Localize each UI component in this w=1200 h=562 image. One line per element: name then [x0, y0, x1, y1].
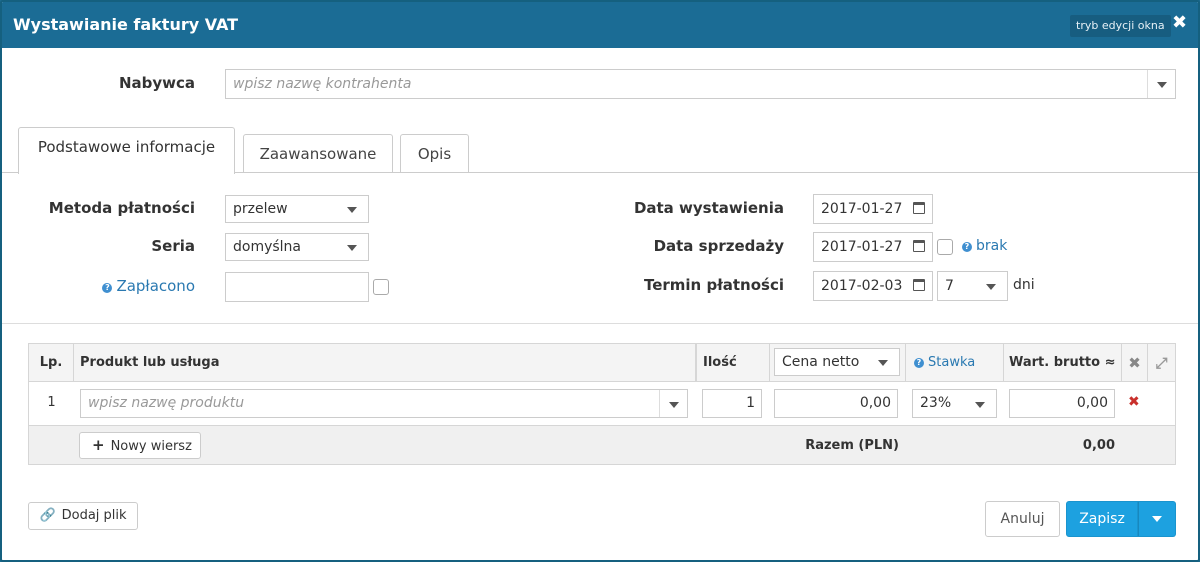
total-value: 0,00	[1082, 438, 1115, 453]
series-label: Seria	[151, 237, 195, 255]
due-days-unit: dni	[1013, 277, 1035, 293]
buyer-input[interactable]: wpisz nazwę kontrahenta	[225, 69, 1176, 99]
buyer-label: Nabywca	[118, 74, 195, 92]
chevron-down-icon	[338, 195, 366, 223]
help-icon: ?	[914, 358, 924, 368]
add-file-label: Dodaj plik	[61, 508, 127, 523]
sale-date-value: 2017-01-27	[821, 239, 903, 255]
col-qty: Ilość	[696, 344, 770, 382]
window-title: Wystawianie faktury VAT	[13, 15, 239, 34]
payment-method-select[interactable]: przelew	[225, 195, 369, 223]
series-select[interactable]: domyślna	[225, 233, 369, 261]
rate-header-text: Stawka	[928, 355, 976, 370]
payment-method-label: Metoda płatności	[48, 199, 195, 217]
sale-date-checkbox[interactable]	[937, 239, 953, 255]
net-price-mode-select[interactable]: Cena netto	[774, 348, 900, 376]
issue-date-label: Data wystawienia	[633, 199, 784, 217]
invoice-window: Wystawianie faktury VAT tryb edycji okna…	[0, 0, 1200, 562]
table-row: 1 wpisz nazwę produktu 1 0,00 23% 0,00 ✖	[29, 382, 1175, 425]
sale-date-none-text: brak	[976, 238, 1008, 254]
product-placeholder: wpisz nazwę produktu	[88, 395, 245, 411]
buyer-placeholder: wpisz nazwę kontrahenta	[233, 76, 412, 92]
rate-select[interactable]: 23%	[912, 389, 997, 418]
close-icon[interactable]: ✖	[1172, 12, 1187, 33]
issue-date-value: 2017-01-27	[821, 201, 903, 217]
chevron-down-icon	[1152, 516, 1162, 522]
total-label: Razem (PLN)	[805, 438, 899, 453]
chevron-down-icon[interactable]	[659, 390, 687, 417]
delete-row-icon[interactable]: ✖	[1128, 394, 1140, 410]
clear-rows-icon[interactable]: ✖	[1122, 344, 1148, 382]
expand-icon[interactable]: ⤢	[1148, 344, 1175, 382]
tab-description[interactable]: Opis	[400, 134, 469, 172]
grid-footer: + Nowy wiersz Razem (PLN) 0,00	[29, 425, 1175, 464]
col-gross: Wart. brutto ≈	[1004, 344, 1122, 382]
chevron-down-icon[interactable]	[1147, 70, 1175, 98]
net-price-mode-value: Cena netto	[782, 354, 860, 370]
col-rate[interactable]: ? Stawka	[906, 344, 1004, 382]
calendar-icon[interactable]	[913, 240, 925, 252]
cancel-button[interactable]: Anuluj	[985, 501, 1060, 537]
due-date-input[interactable]: 2017-02-03	[813, 271, 933, 301]
tab-basic-info[interactable]: Podstawowe informacje	[18, 127, 235, 174]
col-lp: Lp.	[29, 344, 74, 382]
edit-mode-button[interactable]: tryb edycji okna	[1070, 15, 1171, 37]
section-divider	[2, 323, 1198, 324]
chevron-down-icon	[966, 390, 994, 418]
chevron-down-icon	[977, 272, 1005, 300]
sale-date-input[interactable]: 2017-01-27	[813, 232, 933, 262]
paid-label-text: Zapłacono	[116, 277, 195, 295]
link-icon: 🔗	[39, 508, 56, 523]
series-value: domyślna	[233, 239, 302, 255]
due-days-value: 7	[945, 278, 954, 294]
save-button[interactable]: Zapisz	[1066, 501, 1138, 537]
qty-input[interactable]: 1	[702, 389, 762, 418]
row-lp: 1	[47, 395, 56, 410]
tab-advanced[interactable]: Zaawansowane	[243, 134, 393, 172]
calendar-icon[interactable]	[913, 279, 925, 291]
add-file-button[interactable]: 🔗 Dodaj plik	[28, 502, 138, 530]
help-icon: ?	[102, 283, 113, 293]
product-input[interactable]: wpisz nazwę produktu	[80, 389, 688, 418]
net-price-input[interactable]: 0,00	[774, 389, 898, 418]
due-date-label: Termin płatności	[643, 276, 784, 294]
col-product: Produkt lub usługa	[74, 344, 696, 382]
save-options-button[interactable]	[1138, 501, 1176, 537]
due-date-value: 2017-02-03	[821, 278, 903, 294]
new-row-button[interactable]: + Nowy wiersz	[79, 432, 201, 459]
title-bar: Wystawianie faktury VAT tryb edycji okna…	[2, 2, 1198, 48]
new-row-label: Nowy wiersz	[110, 439, 192, 454]
form-body: Nabywca wpisz nazwę kontrahenta Podstawo…	[2, 48, 1198, 560]
sale-date-none-link[interactable]: ? brak	[962, 238, 1007, 254]
paid-checkbox[interactable]	[373, 279, 389, 295]
sale-date-label: Data sprzedaży	[653, 237, 784, 255]
help-icon: ?	[962, 242, 972, 252]
grid-header: Lp. Produkt lub usługa Ilość Cena netto …	[29, 344, 1175, 382]
paid-label[interactable]: ? Zapłacono	[62, 277, 195, 295]
chevron-down-icon	[338, 233, 366, 261]
gross-input[interactable]: 0,00	[1009, 389, 1115, 418]
due-days-select[interactable]: 7	[937, 271, 1008, 301]
paid-input[interactable]	[225, 272, 369, 302]
rate-value: 23%	[920, 395, 952, 411]
col-net-price: Cena netto	[770, 344, 906, 382]
chevron-down-icon	[869, 348, 897, 376]
issue-date-input[interactable]: 2017-01-27	[813, 194, 933, 224]
calendar-icon[interactable]	[913, 202, 925, 214]
payment-method-value: przelew	[233, 201, 288, 217]
plus-icon: +	[92, 436, 105, 454]
items-grid: Lp. Produkt lub usługa Ilość Cena netto …	[28, 343, 1176, 465]
